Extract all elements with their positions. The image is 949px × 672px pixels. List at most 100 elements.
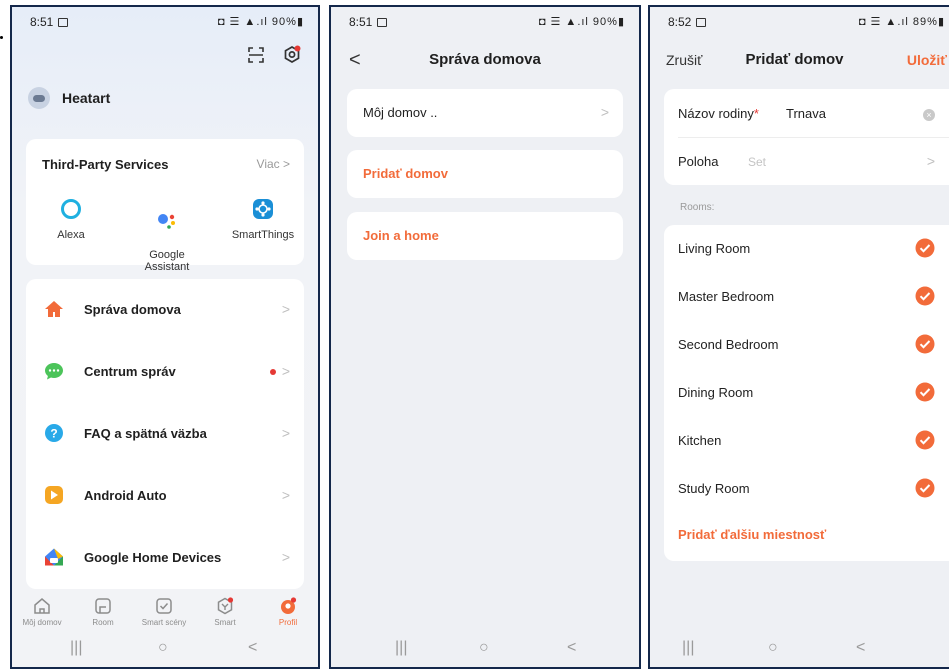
- settings-gear-icon[interactable]: [282, 45, 302, 65]
- location-input[interactable]: Set: [748, 155, 766, 169]
- home-details-card: Názov rodiny* Trnava × Poloha Set >: [664, 89, 949, 185]
- bottom-tab-bar: Môj domov Room Smart scény Smart Profil: [12, 591, 318, 635]
- home-tab-icon: [34, 598, 50, 614]
- menu-item-label: FAQ a spätná väzba: [84, 426, 207, 441]
- check-circle-icon[interactable]: [915, 382, 935, 402]
- add-home-button[interactable]: Pridať domov: [347, 150, 623, 198]
- room-name: Kitchen: [678, 433, 722, 448]
- bullet-mark: [0, 36, 3, 39]
- menu-item-google-home-devices[interactable]: Google Home Devices >: [26, 527, 304, 589]
- tab-profile[interactable]: Profil: [258, 597, 318, 627]
- home-item-my-home[interactable]: Môj domov .. >: [347, 89, 623, 137]
- page-title: Správa domova: [429, 51, 541, 68]
- question-icon: ?: [45, 424, 63, 442]
- tab-room[interactable]: Room: [73, 597, 133, 627]
- profile-screen: 8:51 ◘ ☰ ▲.ıl 90%▮ Heatart Third-Party S…: [10, 5, 320, 669]
- check-circle-icon[interactable]: [915, 478, 935, 498]
- tab-smart[interactable]: Smart: [195, 597, 255, 627]
- check-circle-icon[interactable]: [915, 430, 935, 450]
- rooms-card: Living Room Master Bedroom Second Bedroo…: [664, 225, 949, 561]
- chevron-right-icon: >: [600, 104, 609, 120]
- family-name-label: Názov rodiny*: [678, 106, 759, 121]
- third-party-services-card: Third-Party Services Viac > Alexa Google…: [26, 139, 304, 273]
- service-google-assistant[interactable]: Google Assistant: [122, 197, 212, 273]
- third-party-title: Third-Party Services: [42, 157, 169, 172]
- chevron-right-icon: >: [281, 363, 290, 379]
- room-item[interactable]: Living Room: [664, 225, 949, 272]
- check-circle-icon[interactable]: [915, 286, 935, 306]
- family-name-input[interactable]: Trnava: [786, 106, 826, 121]
- tab-smart-scenes[interactable]: Smart scény: [134, 597, 194, 627]
- system-nav-bar: ||| ○ <: [331, 633, 639, 667]
- avatar[interactable]: [28, 87, 50, 109]
- tab-home[interactable]: Môj domov: [12, 597, 72, 627]
- service-label: Google Assistant: [144, 249, 190, 273]
- back-nav-icon[interactable]: <: [856, 639, 865, 657]
- svg-text:?: ?: [50, 427, 57, 441]
- menu-item-label: Správa domova: [84, 302, 181, 317]
- alexa-icon: [61, 199, 81, 219]
- room-item[interactable]: Master Bedroom: [664, 273, 949, 320]
- recent-apps-icon[interactable]: |||: [682, 639, 694, 657]
- room-item[interactable]: Study Room: [664, 465, 949, 512]
- status-time: 8:51: [349, 15, 388, 29]
- add-room-button[interactable]: Pridať ďalšiu miestnosť: [678, 527, 826, 542]
- back-nav-icon[interactable]: <: [248, 639, 257, 657]
- home-circle-icon[interactable]: ○: [479, 639, 489, 657]
- row-label: Join a home: [363, 228, 439, 243]
- status-icons: ◘ ☰ ▲.ıl 90%▮: [217, 16, 304, 28]
- smart-tab-icon: [217, 597, 234, 615]
- profile-tab-icon: [281, 597, 297, 614]
- more-link[interactable]: Viac >: [257, 157, 290, 171]
- system-nav-bar: ||| ○ <: [12, 633, 318, 667]
- scan-icon[interactable]: [248, 47, 264, 63]
- chevron-right-icon: >: [281, 301, 290, 317]
- house-icon: [45, 301, 63, 317]
- check-circle-icon[interactable]: [915, 334, 935, 354]
- back-nav-icon[interactable]: <: [567, 639, 576, 657]
- home-circle-icon[interactable]: ○: [768, 639, 778, 657]
- status-bar: 8:51 ◘ ☰ ▲.ıl 90%▮: [331, 7, 639, 35]
- service-label: Alexa: [57, 229, 85, 241]
- row-label: Pridať domov: [363, 166, 448, 181]
- room-tab-icon: [95, 598, 111, 614]
- system-nav-bar: ||| ○ <: [650, 633, 949, 667]
- status-bar: 8:52 ◘ ☰ ▲.ıl 89%▮: [650, 7, 949, 35]
- status-time: 8:51: [30, 15, 69, 29]
- menu-item-home-management[interactable]: Správa domova >: [26, 279, 304, 341]
- menu-item-android-auto[interactable]: Android Auto >: [26, 465, 304, 527]
- check-circle-icon[interactable]: [915, 238, 935, 258]
- clear-icon[interactable]: ×: [923, 109, 935, 121]
- chat-bubble-icon: [45, 363, 63, 380]
- tab-label: Smart: [214, 618, 236, 627]
- notification-dot: [270, 369, 276, 375]
- tab-label: Room: [92, 618, 114, 627]
- join-home-button[interactable]: Join a home: [347, 212, 623, 260]
- chevron-right-icon: >: [281, 425, 290, 441]
- room-item[interactable]: Kitchen: [664, 417, 949, 464]
- tab-label: Smart scény: [141, 618, 187, 627]
- menu-item-label: Centrum správ: [84, 364, 176, 379]
- rooms-section-label: Rooms:: [680, 202, 715, 213]
- menu-item-message-center[interactable]: Centrum správ >: [26, 341, 304, 403]
- recent-apps-icon[interactable]: |||: [395, 639, 407, 657]
- tab-label: Profil: [278, 618, 298, 627]
- service-smartthings[interactable]: SmartThings: [218, 197, 308, 241]
- menu-item-faq-feedback[interactable]: ? FAQ a spätná väzba >: [26, 403, 304, 465]
- status-time: 8:52: [668, 15, 707, 29]
- room-item[interactable]: Dining Room: [664, 369, 949, 416]
- status-icons: ◘ ☰ ▲.ıl 90%▮: [538, 16, 625, 28]
- recent-apps-icon[interactable]: |||: [70, 639, 82, 657]
- menu-item-label: Android Auto: [84, 488, 167, 503]
- home-circle-icon[interactable]: ○: [158, 639, 168, 657]
- room-item[interactable]: Second Bedroom: [664, 321, 949, 368]
- page-title: Pridať domov: [745, 51, 844, 68]
- scene-tab-icon: [156, 598, 172, 614]
- service-label: SmartThings: [231, 229, 295, 241]
- save-button[interactable]: Uložiť: [907, 52, 947, 68]
- status-icons: ◘ ☰ ▲.ıl 89%▮: [858, 16, 945, 28]
- service-alexa[interactable]: Alexa: [26, 197, 116, 241]
- room-name: Dining Room: [678, 385, 754, 400]
- room-name: Study Room: [678, 481, 750, 496]
- chevron-right-icon: >: [281, 549, 290, 565]
